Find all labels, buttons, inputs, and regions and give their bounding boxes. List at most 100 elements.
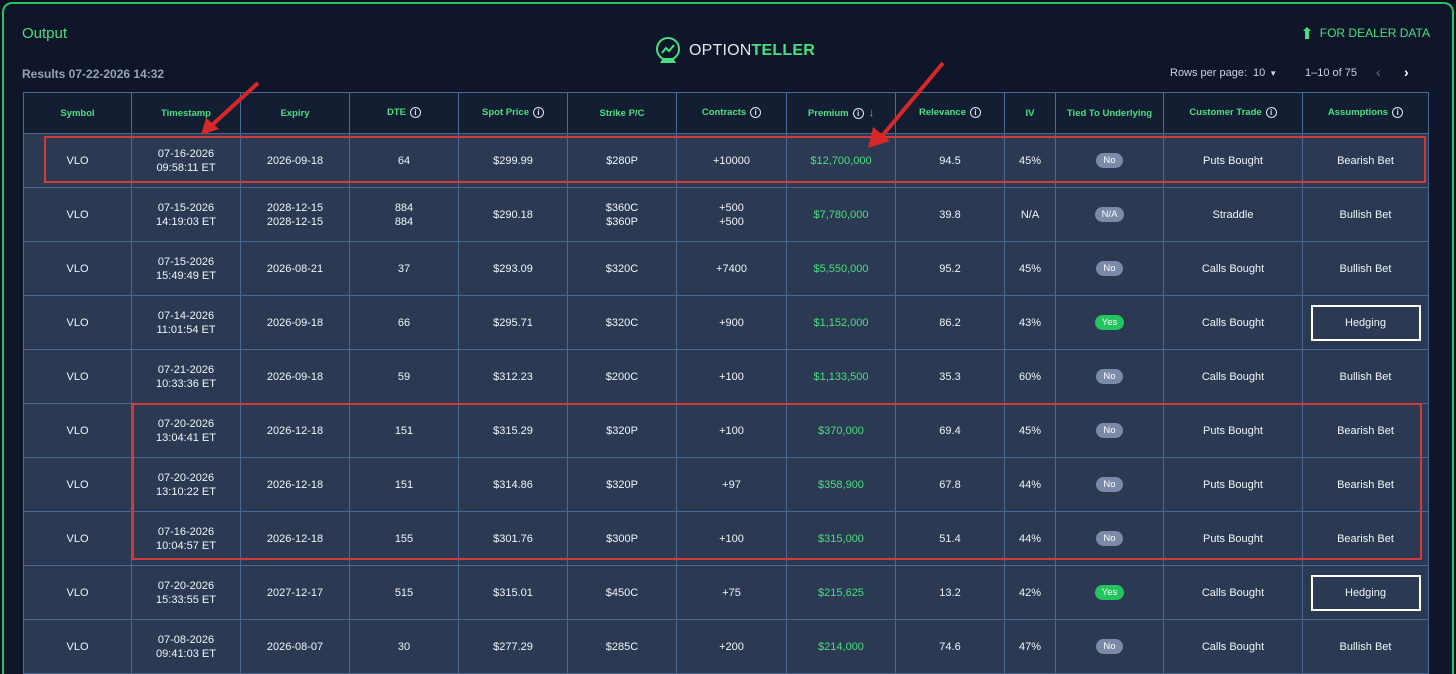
expiry-cell: 2026-12-18 bbox=[240, 403, 350, 458]
info-icon[interactable]: i bbox=[1392, 107, 1404, 119]
strike-cell: $280P bbox=[567, 133, 677, 188]
tied-status-badge: N/A bbox=[1094, 207, 1125, 222]
dte-cell: 151 bbox=[349, 457, 459, 512]
table-row[interactable]: VLO 07-14-2026 11:01:54 ET 2026-09-18 66 $295… bbox=[23, 295, 1429, 350]
column-header-tied-to-underlying[interactable]: Tied To Underlying bbox=[1055, 92, 1164, 134]
contracts-cell: +7400 bbox=[676, 241, 787, 296]
tied-cell: No bbox=[1055, 133, 1164, 188]
timestamp-cell: 07-21-2026 10:33:36 ET bbox=[131, 349, 241, 404]
column-header-symbol[interactable]: Symbol bbox=[23, 92, 132, 134]
column-header-relevance[interactable]: Relevance i bbox=[895, 92, 1005, 134]
spot-price-cell: $293.09 bbox=[458, 241, 568, 296]
strike-cell: $300P bbox=[567, 511, 677, 566]
assumption-cell: Bearish Bet bbox=[1302, 511, 1429, 566]
relevance-text: 35.3 bbox=[939, 370, 961, 383]
column-header-dte[interactable]: DTE i bbox=[349, 92, 459, 134]
info-icon[interactable]: i bbox=[970, 107, 981, 119]
contracts-cell: +100 bbox=[676, 511, 787, 566]
iv-text: 47% bbox=[1018, 640, 1042, 653]
column-header-label: Contracts bbox=[701, 107, 747, 119]
column-header-label: DTE bbox=[387, 107, 406, 119]
timestamp-date: 07-20-2026 bbox=[157, 579, 215, 592]
info-icon[interactable]: i bbox=[533, 107, 544, 119]
strike-text: $200C bbox=[605, 370, 639, 383]
spot-price-cell: $290.18 bbox=[458, 187, 568, 242]
dte-text: 151 bbox=[394, 424, 414, 437]
premium-text: $214,000 bbox=[818, 640, 864, 653]
table-row[interactable]: VLO 07-20-2026 13:04:41 ET 2026-12-18 151 $31… bbox=[23, 403, 1429, 458]
column-header-expiry[interactable]: Expiry bbox=[240, 92, 350, 134]
spot-price-cell: $315.01 bbox=[458, 565, 568, 620]
dealer-data-link[interactable]: FOR DEALER DATA bbox=[1300, 26, 1430, 40]
column-header-label: Expiry bbox=[280, 107, 310, 119]
info-icon[interactable]: i bbox=[750, 107, 762, 119]
relevance-cell: 13.2 bbox=[895, 565, 1005, 620]
timestamp-time: 10:04:57 ET bbox=[156, 539, 216, 552]
premium-cell: $214,000 bbox=[786, 619, 896, 674]
timestamp-cell: 07-20-2026 13:10:22 ET bbox=[131, 457, 241, 512]
info-icon[interactable]: i bbox=[1265, 107, 1277, 119]
column-header-assumptions[interactable]: Assumptions i bbox=[1302, 92, 1429, 134]
strike-text: $320C bbox=[605, 316, 639, 329]
contracts-cell: +100 bbox=[676, 349, 787, 404]
customer-trade-cell: Puts Bought bbox=[1163, 403, 1303, 458]
tied-cell: No bbox=[1055, 403, 1164, 458]
relevance-cell: 94.5 bbox=[895, 133, 1005, 188]
spot-price-text: $290.18 bbox=[493, 208, 533, 221]
contracts-text: +900 bbox=[719, 316, 744, 329]
rows-per-page-select[interactable]: 10 ▼ bbox=[1253, 67, 1277, 79]
table-row[interactable]: VLO 07-20-2026 13:10:22 ET 2026-12-18 151 $31… bbox=[23, 457, 1429, 512]
table-row[interactable]: VLO 07-16-2026 10:04:57 ET 2026-12-18 155 $30… bbox=[23, 511, 1429, 566]
column-header-spot-price[interactable]: Spot Price i bbox=[458, 92, 568, 134]
tied-status-badge: No bbox=[1096, 423, 1123, 438]
column-header-premium[interactable]: Premium i ↓ bbox=[786, 92, 896, 134]
contracts-text: +7400 bbox=[716, 262, 747, 275]
column-header-timestamp[interactable]: Timestamp bbox=[131, 92, 241, 134]
prev-page-icon[interactable]: ‹ bbox=[1376, 64, 1381, 80]
dte-text: 59 bbox=[397, 370, 411, 383]
info-icon[interactable]: i bbox=[410, 107, 421, 119]
timestamp-cell: 07-16-2026 09:58:11 ET bbox=[131, 133, 241, 188]
iv-text: 45% bbox=[1018, 424, 1042, 437]
column-header-label: Tied To Underlying bbox=[1066, 107, 1153, 119]
column-header-customer-trade[interactable]: Customer Trade i bbox=[1163, 92, 1303, 134]
expiry-cell: 2026-09-18 bbox=[240, 133, 350, 188]
sort-arrow-icon[interactable]: ↓ bbox=[869, 107, 875, 119]
iv-cell: 44% bbox=[1004, 511, 1056, 566]
iv-cell: 47% bbox=[1004, 619, 1056, 674]
contracts-cell: +75 bbox=[676, 565, 787, 620]
iv-cell: N/A bbox=[1004, 187, 1056, 242]
contracts-text: +500 bbox=[719, 201, 744, 214]
customer-trade-text: Calls Bought bbox=[1201, 640, 1265, 653]
spot-price-text: $315.29 bbox=[493, 424, 533, 437]
column-header-label: Timestamp bbox=[161, 107, 211, 119]
table-row[interactable]: VLO 07-15-2026 14:19:03 ET 2028-12-15 2028-1… bbox=[23, 187, 1429, 242]
table-row[interactable]: VLO 07-20-2026 15:33:55 ET 2027-12-17 515 $31… bbox=[23, 565, 1429, 620]
contracts-text: +500 bbox=[719, 215, 744, 228]
expiry-cell: 2026-12-18 bbox=[240, 457, 350, 512]
tied-status-badge: No bbox=[1096, 531, 1123, 546]
table-row[interactable]: VLO 07-15-2026 15:49:49 ET 2026-08-21 37 $293… bbox=[23, 241, 1429, 296]
relevance-text: 74.6 bbox=[939, 640, 961, 653]
iv-cell: 44% bbox=[1004, 457, 1056, 512]
spot-price-text: $295.71 bbox=[493, 316, 533, 329]
column-header-strike-p-c[interactable]: Strike P/C bbox=[567, 92, 677, 134]
strike-cell: $200C bbox=[567, 349, 677, 404]
info-icon[interactable]: i bbox=[852, 107, 864, 119]
customer-trade-text: Puts Bought bbox=[1203, 154, 1263, 167]
timestamp-date: 07-21-2026 bbox=[157, 363, 215, 376]
table-row[interactable]: VLO 07-16-2026 09:58:11 ET 2026-09-18 64 $299… bbox=[23, 133, 1429, 188]
table-row[interactable]: VLO 07-08-2026 09:41:03 ET 2026-08-07 30 $277… bbox=[23, 619, 1429, 674]
contracts-cell: +500 +500 bbox=[676, 187, 787, 242]
column-header-contracts[interactable]: Contracts i bbox=[676, 92, 787, 134]
expiry-text: 2028-12-15 bbox=[266, 215, 324, 228]
premium-cell: $12,700,000 bbox=[786, 133, 896, 188]
column-header-label: Spot Price bbox=[482, 107, 529, 119]
timestamp-date: 07-16-2026 bbox=[157, 525, 215, 538]
customer-trade-text: Puts Bought bbox=[1203, 478, 1263, 491]
next-page-icon[interactable]: › bbox=[1404, 64, 1409, 80]
column-header-iv[interactable]: IV bbox=[1004, 92, 1056, 134]
table-row[interactable]: VLO 07-21-2026 10:33:36 ET 2026-09-18 59 $312… bbox=[23, 349, 1429, 404]
customer-trade-text: Puts Bought bbox=[1203, 532, 1263, 545]
premium-cell: $215,625 bbox=[786, 565, 896, 620]
